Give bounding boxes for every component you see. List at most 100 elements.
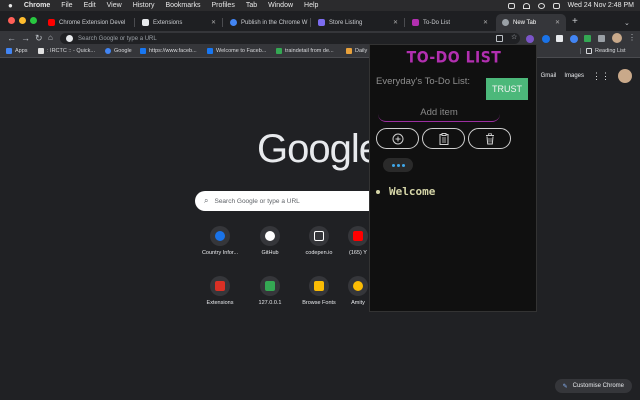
todo-item[interactable]: Welcome — [376, 185, 526, 198]
bookmark-star-icon[interactable]: ☆ — [511, 33, 519, 41]
tab-publish-chrome-web[interactable]: Publish in the Chrome W — [224, 14, 310, 31]
tab-label: Store Listing — [329, 19, 363, 26]
bookmark-label: Google — [114, 48, 132, 54]
bookmark-google[interactable]: Google — [105, 48, 132, 54]
extension-grid-icon[interactable] — [584, 35, 591, 42]
tab-todo-list[interactable]: To-Do List ✕ — [406, 14, 494, 31]
shortcut-tile[interactable]: codepen.io — [296, 226, 342, 256]
github-icon — [265, 231, 275, 241]
menu-profiles[interactable]: Profiles — [211, 2, 234, 9]
tab-chrome-extension-dev[interactable]: Chrome Extension Devel — [42, 14, 134, 31]
shortcut-tile[interactable]: GitHub — [247, 226, 293, 256]
bookmark-irctc[interactable]: : IRCTC :: - Quick... — [38, 48, 95, 54]
facebook-icon — [140, 48, 146, 54]
delete-button[interactable] — [468, 128, 511, 149]
forward-arrow-icon[interactable]: → — [21, 33, 30, 43]
menu-bookmarks[interactable]: Bookmarks — [165, 2, 200, 9]
google-logo: Google — [257, 127, 381, 171]
reading-list-button[interactable]: Reading List — [580, 48, 626, 54]
ntp-profile-avatar[interactable] — [618, 69, 632, 83]
trash-icon — [485, 132, 494, 144]
extensions-store-icon — [215, 281, 225, 291]
tab-store-listing[interactable]: Store Listing ✕ — [312, 14, 404, 31]
minimize-window-button[interactable] — [19, 17, 26, 24]
chrome-menu-icon[interactable]: ⋮ — [628, 33, 636, 42]
spotlight-icon[interactable] — [537, 2, 545, 9]
share-icon[interactable] — [496, 35, 503, 42]
shortcut-label: 127.0.0.1 — [258, 300, 282, 306]
ntp-search-box[interactable]: ⌕ Search Google or type a URL — [195, 191, 385, 211]
profile-avatar[interactable] — [612, 33, 622, 43]
popup-title: TO-DO LIST — [406, 48, 502, 68]
menu-window[interactable]: Window — [268, 2, 293, 9]
close-tab-icon[interactable]: ✕ — [211, 19, 216, 26]
shortcut-tile[interactable]: (165) Y — [346, 226, 370, 256]
menu-help[interactable]: Help — [304, 2, 318, 9]
menu-history[interactable]: History — [133, 2, 155, 9]
apple-menu-icon[interactable]: ● — [8, 1, 13, 10]
close-window-button[interactable] — [8, 17, 15, 24]
menu-app-name[interactable]: Chrome — [24, 2, 50, 9]
new-tab-page: Gmail Images ⋮⋮ Google ⌕ Search Google o… — [0, 59, 640, 400]
trust-button[interactable]: TRUST — [486, 78, 528, 100]
menu-tab[interactable]: Tab — [246, 2, 257, 9]
new-tab-plus-icon[interactable]: + — [572, 16, 578, 27]
tab-label: Extensions — [153, 19, 183, 26]
menu-clock[interactable]: Wed 24 Nov 2:48 PM — [568, 2, 634, 9]
shortcut-tile[interactable]: Amity — [346, 276, 370, 306]
customise-label: Customise Chrome — [572, 383, 624, 389]
bookmark-daily[interactable]: Daily — [346, 48, 367, 54]
gmail-link[interactable]: Gmail — [541, 73, 557, 79]
wifi-icon[interactable] — [522, 2, 530, 9]
extension-blue-icon[interactable] — [542, 35, 550, 43]
bookmark-label: Daily — [355, 48, 368, 54]
dot-icon — [396, 163, 400, 167]
todo-extension-icon[interactable] — [526, 35, 534, 43]
bookmark-traindetail[interactable]: traindetail from de... — [276, 48, 334, 54]
bookmark-facebook-url[interactable]: https://www.faceb... — [140, 48, 197, 54]
puzzle-icon — [142, 19, 149, 26]
shortcut-label: (165) Y — [349, 250, 367, 256]
add-item-input[interactable]: Add item — [378, 107, 500, 122]
apps-grid-icon — [6, 48, 12, 54]
images-link[interactable]: Images — [564, 73, 584, 79]
reading-list-label: Reading List — [595, 48, 626, 54]
shortcut-label: Extensions — [206, 300, 234, 306]
close-tab-icon[interactable]: ✕ — [483, 19, 488, 26]
newtab-icon — [502, 19, 509, 26]
menu-file[interactable]: File — [61, 2, 72, 9]
extension-square-icon[interactable] — [556, 35, 563, 42]
extension-chrome-icon[interactable] — [570, 35, 578, 43]
dot-icon — [401, 163, 405, 167]
tab-label: New Tab — [513, 19, 537, 26]
bookmark-apps[interactable]: Apps — [6, 48, 28, 54]
extensions-puzzle-icon[interactable] — [598, 35, 605, 42]
menu-view[interactable]: View — [107, 2, 122, 9]
clipboard-button[interactable] — [422, 128, 465, 149]
reload-icon[interactable]: ↻ — [35, 33, 43, 44]
menu-edit[interactable]: Edit — [84, 2, 96, 9]
tab-label: To-Do List — [423, 19, 451, 26]
maximize-window-button[interactable] — [30, 17, 37, 24]
control-center-icon[interactable] — [552, 2, 560, 9]
store-icon — [318, 19, 325, 26]
close-tab-icon[interactable]: ✕ — [393, 19, 398, 26]
customise-chrome-button[interactable]: ✎ Customise Chrome — [554, 379, 632, 393]
bookmark-welcome-facebook[interactable]: Welcome to Faceb... — [207, 48, 266, 54]
add-button[interactable] — [376, 128, 419, 149]
battery-icon[interactable] — [507, 2, 515, 9]
home-icon[interactable]: ⌂ — [48, 33, 53, 42]
shortcut-tile[interactable]: Browse Fonts — [296, 276, 342, 306]
back-arrow-icon[interactable]: ← — [7, 33, 16, 43]
shortcut-tile[interactable]: Country Infor... — [197, 226, 243, 256]
pencil-icon: ✎ — [562, 383, 568, 390]
tab-extensions[interactable]: Extensions ✕ — [136, 14, 222, 31]
tab-new-tab[interactable]: New Tab ✕ — [496, 14, 566, 31]
shortcut-tile[interactable]: Extensions — [197, 276, 243, 306]
shortcut-tile[interactable]: 127.0.0.1 — [247, 276, 293, 306]
close-tab-icon[interactable]: ✕ — [555, 19, 560, 26]
address-bar[interactable]: Search Google or type a URL — [60, 33, 520, 44]
google-apps-grid-icon[interactable]: ⋮⋮ — [592, 71, 610, 82]
todo-extension-popup: TO-DO LIST Everyday's To-Do List: TRUST … — [369, 44, 537, 312]
tab-search-chevron-icon[interactable]: ⌄ — [624, 19, 630, 27]
